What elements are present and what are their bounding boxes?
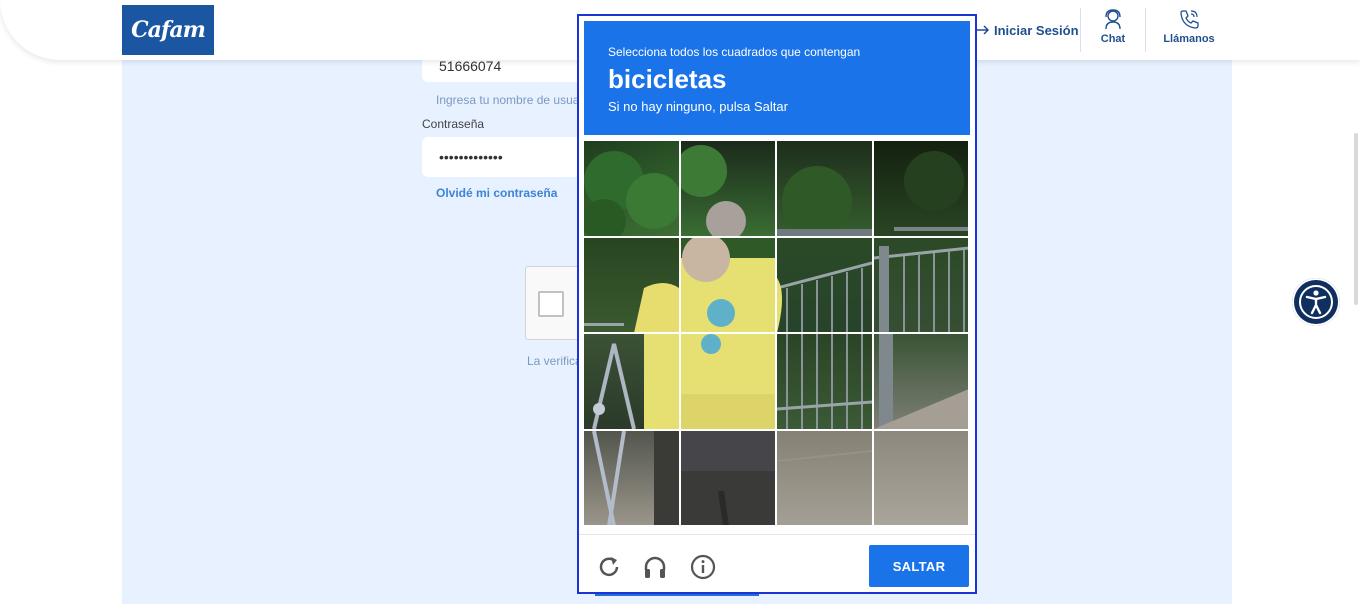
recaptcha-checkbox[interactable] (538, 291, 564, 317)
captcha-tile-9[interactable] (584, 334, 679, 429)
verify-text: La verifica (527, 354, 582, 368)
headphones-icon (644, 556, 666, 578)
info-button[interactable] (689, 553, 717, 581)
chat-button[interactable]: Chat (1078, 8, 1148, 52)
username-hint: Ingresa tu nombre de usua (436, 93, 580, 107)
accessibility-button[interactable] (1292, 278, 1340, 326)
chat-agent-icon (1105, 9, 1121, 30)
captcha-tile-14[interactable] (680, 430, 775, 525)
captcha-instruction: Selecciona todos los cuadrados que conte… (608, 45, 861, 59)
login-label: Iniciar Sesión (994, 22, 1079, 38)
captcha-tile-15[interactable] (777, 430, 872, 525)
captcha-tile-7[interactable] (777, 237, 872, 332)
password-input[interactable]: ••••••••••••• (422, 137, 582, 177)
login-link[interactable]: Iniciar Sesión (976, 20, 1079, 40)
reload-button[interactable] (595, 553, 623, 581)
nav-divider (1145, 8, 1146, 52)
captcha-tile-6[interactable] (680, 237, 775, 332)
captcha-image-grid (584, 141, 970, 527)
arrow-right-icon (977, 25, 990, 35)
forgot-password-link[interactable]: Olvidé mi contraseña (436, 186, 557, 200)
password-value: ••••••••••••• (439, 149, 503, 165)
chat-label: Chat (1100, 33, 1126, 45)
call-label: Llámanos (1163, 33, 1215, 45)
password-label: Contraseña (422, 117, 485, 131)
captcha-tile-3[interactable] (777, 141, 872, 236)
captcha-tile-2[interactable] (680, 141, 775, 236)
captcha-tile-12[interactable] (873, 334, 968, 429)
captcha-tile-11[interactable] (777, 334, 872, 429)
captcha-target-word: bicicletas (608, 64, 727, 94)
reload-icon (599, 557, 619, 577)
cafam-logo[interactable]: Cafam (122, 5, 214, 55)
captcha-tile-4[interactable] (873, 141, 968, 236)
captcha-tile-10[interactable] (680, 334, 775, 429)
info-icon (690, 554, 716, 580)
accessibility-icon (1299, 285, 1333, 319)
captcha-tile-13[interactable] (584, 430, 679, 525)
captcha-footer: SALTAR (579, 534, 975, 593)
call-button[interactable]: Llámanos (1154, 8, 1224, 52)
captcha-tile-8[interactable] (873, 237, 968, 332)
logo-text: Cafam (131, 17, 206, 43)
skip-button[interactable]: SALTAR (869, 545, 969, 587)
captcha-subtitle: Si no hay ninguno, pulsa Saltar (608, 99, 788, 114)
captcha-challenge-dialog: Selecciona todos los cuadrados que conte… (577, 14, 977, 594)
audio-challenge-button[interactable] (641, 553, 669, 581)
captcha-tile-16[interactable] (873, 430, 968, 525)
page-scrollbar[interactable] (1354, 133, 1358, 305)
captcha-tile-5[interactable] (584, 237, 679, 332)
phone-icon (1180, 10, 1199, 29)
username-value: 51666074 (439, 58, 502, 74)
captcha-tile-1[interactable] (584, 141, 679, 236)
captcha-header: Selecciona todos los cuadrados que conte… (584, 21, 970, 135)
